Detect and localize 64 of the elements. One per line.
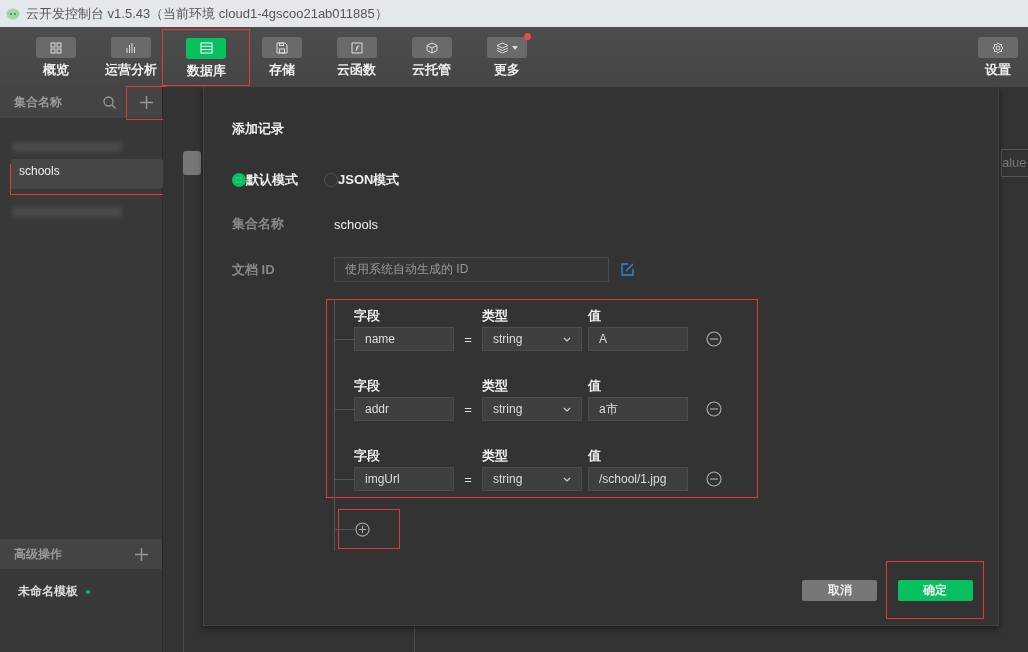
caret-icon (511, 45, 518, 50)
toolbar-tab[interactable]: 更多 (486, 35, 527, 79)
form-label: 集合名称 (232, 215, 285, 233)
type-label: 类型 (482, 447, 509, 465)
cube-icon (425, 41, 438, 54)
chevron-down-icon (563, 406, 571, 412)
collection-name: schools (334, 216, 379, 232)
mode-label: JSON模式 (338, 171, 400, 189)
collection-item[interactable]: schools (11, 159, 163, 189)
toolbar-tab[interactable]: 存储 (261, 35, 302, 79)
value-input[interactable]: /school/1.jpg (588, 467, 688, 491)
window-title: 云开发控制台 v1.5.43（当前环境 cloud1-4gscoo21ab011885） (26, 4, 388, 23)
bar-chart-icon (124, 41, 137, 54)
collection-header: 集合名称 (14, 94, 63, 111)
layers-icon (495, 41, 509, 54)
remove-icon[interactable] (706, 471, 722, 487)
mode-radio[interactable]: 默认模式 (232, 171, 298, 189)
value-input[interactable]: a市 (588, 397, 688, 421)
template-item[interactable]: 未命名模板 (18, 583, 78, 600)
toolbar-tab[interactable]: 概览 (35, 35, 76, 79)
remove-icon[interactable] (706, 401, 722, 417)
equals-sign: = (463, 471, 473, 487)
value-label: 值 (588, 377, 601, 395)
add-icon (139, 96, 153, 109)
app-logo-icon (6, 7, 20, 20)
settings-tab[interactable]: 设置 (978, 35, 1018, 79)
toolbar-tab[interactable]: 云函数 (336, 35, 377, 79)
equals-sign: = (463, 331, 473, 347)
chevron-down-icon (563, 336, 571, 342)
field-name-input[interactable]: imgUrl (354, 467, 454, 491)
form-label: 文档 ID (232, 260, 276, 279)
type-label: 类型 (482, 307, 509, 325)
grid-icon (49, 41, 62, 54)
table-icon (199, 42, 213, 54)
cancel-button[interactable]: 取消 (802, 579, 877, 601)
toolbar-tab[interactable]: 运营分析 (104, 35, 157, 79)
chevron-down-icon (563, 476, 571, 482)
remove-icon[interactable] (706, 331, 722, 347)
settings-icon (992, 41, 1004, 54)
mode-label: 默认模式 (246, 171, 298, 189)
field-label: 字段 (354, 447, 381, 465)
toolbar-tab[interactable]: 数据库 (186, 35, 226, 80)
advanced-header: 高级操作 (14, 545, 63, 563)
function-icon (350, 41, 363, 54)
field-label: 字段 (354, 377, 381, 395)
document-id-input[interactable]: 使用系统自动生成的 ID (334, 257, 609, 282)
value-label: 值 (588, 447, 601, 465)
add-field-icon[interactable] (355, 521, 370, 537)
field-label: 字段 (354, 307, 381, 325)
dialog-title: 添加记录 (232, 120, 285, 138)
equals-sign: = (463, 401, 473, 417)
field-name-input[interactable]: addr (354, 397, 454, 421)
type-label: 类型 (482, 377, 509, 395)
add-icon[interactable] (135, 547, 148, 561)
value-label: 值 (588, 307, 601, 325)
mode-radio[interactable]: JSON模式 (324, 171, 400, 189)
edit-icon[interactable] (621, 263, 634, 276)
type-select[interactable]: string (482, 467, 582, 491)
type-select[interactable]: string (482, 397, 582, 421)
type-select[interactable]: string (482, 327, 582, 351)
toolbar-tab[interactable]: 云托管 (411, 35, 452, 79)
value-input[interactable]: A (588, 327, 688, 351)
field-name-input[interactable]: name (354, 327, 454, 351)
search-icon[interactable] (103, 96, 116, 109)
